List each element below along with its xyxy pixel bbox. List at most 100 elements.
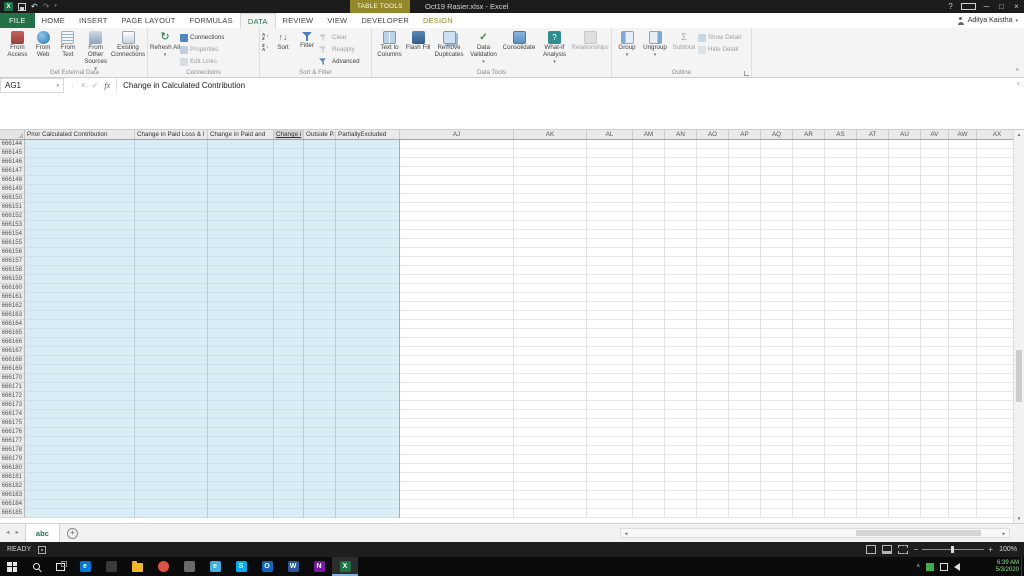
existing-connections-button[interactable]: Existing Connections — [111, 30, 145, 59]
connections-button[interactable]: Connections — [180, 32, 224, 43]
table-row-cells[interactable] — [25, 347, 400, 356]
table-row-cells[interactable] — [25, 365, 400, 374]
ungroup-button[interactable]: Ungroup — [640, 30, 670, 59]
column-header-ar[interactable]: AR — [793, 130, 825, 139]
from-access-button[interactable]: From Access — [4, 30, 31, 59]
sheet-nav-left-icon[interactable]: ◄ — [5, 530, 10, 536]
table-row-cells[interactable] — [25, 257, 400, 266]
sort-a-to-z-button[interactable]: A Z ↓ — [262, 32, 269, 42]
task-view-button[interactable] — [48, 557, 72, 576]
table-row-cells[interactable] — [25, 401, 400, 410]
sort-button[interactable]: ↑↓ Sort — [271, 30, 295, 52]
cancel-icon[interactable]: × — [81, 81, 86, 90]
table-column-header[interactable]: Change i — [274, 130, 304, 139]
name-box[interactable]: AG1 ▾ — [0, 78, 64, 93]
restore-button[interactable]: □ — [994, 0, 1009, 13]
tab-developer[interactable]: DEVELOPER — [354, 13, 416, 28]
filter-button[interactable]: Filter — [295, 30, 319, 50]
empty-cells[interactable] — [400, 338, 1013, 347]
row-header[interactable]: 666155 — [0, 239, 25, 248]
data-validation-button[interactable]: ✓ Data Validation — [467, 30, 500, 65]
taskbar-app-skype[interactable]: S — [228, 557, 254, 576]
empty-cells[interactable] — [400, 176, 1013, 185]
row-header[interactable]: 666175 — [0, 419, 25, 428]
row-header[interactable]: 666173 — [0, 401, 25, 410]
empty-cells[interactable] — [400, 311, 1013, 320]
empty-cells[interactable] — [400, 464, 1013, 473]
scroll-left-icon[interactable]: ◄ — [621, 529, 631, 537]
network-icon[interactable] — [940, 562, 948, 571]
empty-cells[interactable] — [400, 329, 1013, 338]
macro-record-icon[interactable] — [38, 545, 47, 554]
empty-cells[interactable] — [400, 428, 1013, 437]
column-header-al[interactable]: AL — [587, 130, 633, 139]
row-header[interactable]: 666144 — [0, 140, 25, 149]
save-icon[interactable] — [18, 2, 26, 11]
table-column-header[interactable]: PartiallyExcluded — [336, 130, 400, 139]
empty-cells[interactable] — [400, 473, 1013, 482]
empty-cells[interactable] — [400, 284, 1013, 293]
taskbar-clock[interactable]: 6:39 AM 5/3/2020 — [996, 557, 1019, 576]
table-row-cells[interactable] — [25, 410, 400, 419]
row-header[interactable]: 666146 — [0, 158, 25, 167]
remove-duplicates-button[interactable]: Remove Duplicates — [431, 30, 467, 59]
table-column-header[interactable]: Change in Paid and — [208, 130, 274, 139]
enter-icon[interactable]: ✓ — [92, 81, 99, 90]
zoom-level[interactable]: 100% — [999, 546, 1017, 553]
grid-body[interactable]: 666144 666145 666146 666147 666148 666149 6661… — [0, 140, 1013, 518]
row-header[interactable]: 666170 — [0, 374, 25, 383]
scroll-up-icon[interactable]: ▲ — [1014, 130, 1024, 139]
table-row-cells[interactable] — [25, 473, 400, 482]
start-button[interactable] — [0, 557, 24, 576]
normal-view-icon[interactable] — [865, 545, 876, 554]
empty-cells[interactable] — [400, 383, 1013, 392]
text-to-columns-button[interactable]: Text to Columns — [374, 30, 405, 59]
row-header[interactable]: 666151 — [0, 203, 25, 212]
empty-cells[interactable] — [400, 149, 1013, 158]
empty-cells[interactable] — [400, 374, 1013, 383]
table-row-cells[interactable] — [25, 437, 400, 446]
empty-cells[interactable] — [400, 203, 1013, 212]
column-header-as[interactable]: AS — [825, 130, 857, 139]
row-header[interactable]: 666181 — [0, 473, 25, 482]
taskbar-app-mail[interactable] — [98, 557, 124, 576]
table-row-cells[interactable] — [25, 230, 400, 239]
column-header-ax[interactable]: AX — [977, 130, 1013, 139]
column-header-ak[interactable]: AK — [514, 130, 587, 139]
row-header[interactable]: 666183 — [0, 491, 25, 500]
dialog-launcher-icon[interactable] — [744, 71, 749, 76]
row-header[interactable]: 666153 — [0, 221, 25, 230]
row-header[interactable]: 666176 — [0, 428, 25, 437]
table-row-cells[interactable] — [25, 320, 400, 329]
table-row-cells[interactable] — [25, 509, 400, 518]
page-break-view-icon[interactable] — [897, 545, 908, 554]
advanced-button[interactable]: Advanced — [319, 56, 360, 67]
empty-cells[interactable] — [400, 140, 1013, 149]
row-header[interactable]: 666149 — [0, 185, 25, 194]
column-header-au[interactable]: AU — [889, 130, 921, 139]
qat-customize-icon[interactable]: ▾ — [54, 2, 57, 11]
table-row-cells[interactable] — [25, 149, 400, 158]
name-box-caret-icon[interactable]: ▾ — [56, 83, 59, 89]
empty-cells[interactable] — [400, 248, 1013, 257]
table-row-cells[interactable] — [25, 140, 400, 149]
taskbar-app-internet-explorer[interactable]: e — [202, 557, 228, 576]
empty-cells[interactable] — [400, 320, 1013, 329]
tab-file[interactable]: FILE — [0, 13, 35, 28]
row-header[interactable]: 666180 — [0, 464, 25, 473]
close-button[interactable]: × — [1009, 0, 1024, 13]
table-row-cells[interactable] — [25, 428, 400, 437]
horizontal-scroll-thumb[interactable] — [856, 530, 981, 536]
row-header[interactable]: 666171 — [0, 383, 25, 392]
table-row-cells[interactable] — [25, 383, 400, 392]
column-header-aj[interactable]: AJ — [400, 130, 514, 139]
empty-cells[interactable] — [400, 167, 1013, 176]
row-header[interactable]: 666162 — [0, 302, 25, 311]
empty-cells[interactable] — [400, 266, 1013, 275]
formula-input[interactable]: Change in Calculated Contribution — [117, 78, 251, 93]
zoom-slider[interactable] — [922, 546, 985, 553]
tab-formulas[interactable]: FORMULAS — [183, 13, 240, 28]
account-chip[interactable]: Aditya Kaistha ▾ — [951, 13, 1024, 28]
column-header-aq[interactable]: AQ — [761, 130, 793, 139]
row-header[interactable]: 666158 — [0, 266, 25, 275]
